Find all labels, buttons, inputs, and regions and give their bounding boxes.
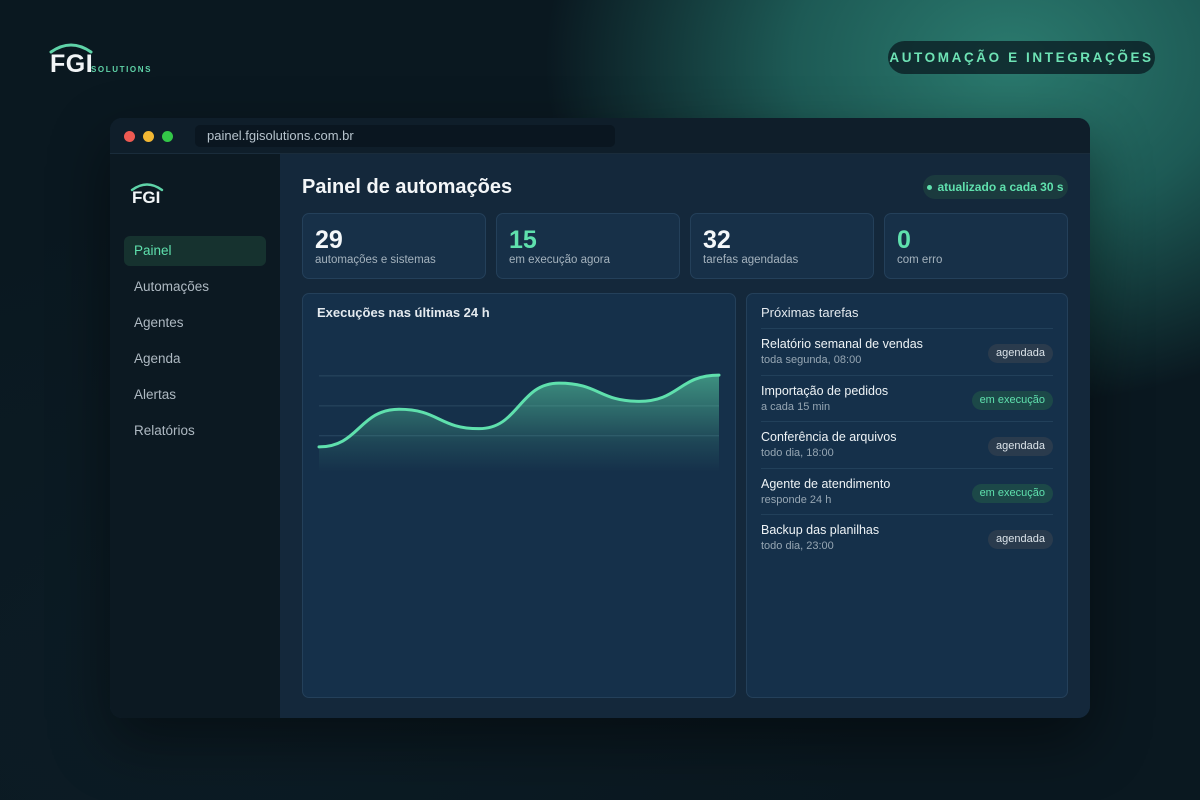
status-dot-icon	[927, 184, 933, 190]
task-row[interactable]: Agente de atendimento responde 24 h em e…	[761, 467, 1053, 515]
task-status-badge: em execução	[971, 390, 1053, 410]
task-name: Relatório semanal de vendas	[761, 337, 923, 351]
stat-value: 15	[509, 226, 537, 254]
task-name: Backup das planilhas	[761, 523, 880, 537]
brand-logo: FGI SOLUTIONS	[48, 40, 168, 80]
page-title: Painel de automações	[302, 176, 513, 198]
task-row[interactable]: Importação de pedidos a cada 15 min em e…	[761, 374, 1053, 422]
task-row[interactable]: Conferência de arquivos todo dia, 18:00 …	[761, 421, 1053, 468]
url-bar[interactable]: painel.fgisolutions.com.br	[195, 125, 615, 147]
stat-value: 32	[703, 226, 731, 254]
task-schedule: toda segunda, 08:00	[761, 354, 862, 366]
executions-chart-card: Execuções nas últimas 24 h	[302, 293, 736, 698]
sidebar-item-agenda[interactable]: Agenda	[124, 344, 266, 374]
task-name: Conferência de arquivos	[761, 430, 897, 444]
sidebar-item-agentes[interactable]: Agentes	[124, 308, 266, 338]
main-content: Painel de automações atualizado a cada 3…	[280, 154, 1090, 718]
tagline-pill: AUTOMAÇÃO E INTEGRAÇÕES	[888, 41, 1155, 74]
task-name: Agente de atendimento	[761, 476, 891, 491]
task-name: Importação de pedidos	[761, 383, 889, 398]
task-schedule: a cada 15 min	[761, 400, 831, 413]
sidebar-item-painel[interactable]: Painel	[124, 236, 266, 266]
sidebar-item-automacoes[interactable]: Automações	[124, 272, 266, 302]
task-schedule: todo dia, 23:00	[761, 540, 834, 552]
brand-subtitle: SOLUTIONS	[91, 65, 153, 74]
status-text: atualizado a cada 30 s	[937, 180, 1064, 194]
sidebar-nav: Painel Automações Agentes Agenda Alertas…	[124, 236, 266, 452]
executions-chart	[317, 373, 721, 472]
close-window-button[interactable]	[124, 131, 135, 142]
tasks-title: Próximas tarefas	[761, 305, 859, 320]
task-status-badge: agendada	[988, 344, 1053, 363]
sidebar-item-alertas[interactable]: Alertas	[124, 380, 266, 410]
task-status-badge: agendada	[988, 530, 1053, 549]
maximize-window-button[interactable]	[162, 131, 173, 142]
stat-card[interactable]: 32 tarefas agendadas	[690, 213, 874, 279]
chart-title: Execuções nas últimas 24 h	[317, 305, 490, 320]
task-row[interactable]: Backup das planilhas todo dia, 23:00 age…	[761, 514, 1053, 561]
status-badge: atualizado a cada 30 s	[923, 175, 1068, 199]
stat-label: em execução agora	[509, 254, 611, 266]
stat-card[interactable]: 0 com erro	[884, 213, 1068, 279]
task-status-badge: agendada	[988, 437, 1053, 456]
minimize-window-button[interactable]	[143, 131, 154, 142]
chart-area-fill	[319, 375, 719, 472]
task-schedule: todo dia, 18:00	[761, 447, 834, 459]
stat-card[interactable]: 29 automações e sistemas	[302, 213, 486, 279]
stat-label: com erro	[897, 254, 943, 266]
stats-row: 29 automações e sistemas 15 em execução …	[302, 213, 1068, 279]
stat-label: tarefas agendadas	[703, 254, 799, 266]
stat-value: 29	[315, 226, 343, 254]
browser-window: painel.fgisolutions.com.br FGI Painel Au…	[110, 118, 1090, 718]
upcoming-tasks-card: Próximas tarefas Relatório semanal de ve…	[746, 293, 1068, 698]
sidebar-logo-text: FGI	[132, 188, 161, 207]
sidebar: FGI Painel Automações Agentes Agenda Ale…	[110, 154, 280, 718]
brand-name: FGI	[50, 50, 94, 78]
stat-label: automações e sistemas	[315, 254, 436, 266]
task-list: Relatório semanal de vendas toda segunda…	[761, 328, 1053, 561]
sidebar-logo: FGI	[130, 180, 170, 214]
task-schedule: responde 24 h	[761, 493, 832, 506]
browser-titlebar: painel.fgisolutions.com.br	[110, 118, 1090, 154]
stat-value: 0	[897, 226, 911, 254]
task-row[interactable]: Relatório semanal de vendas toda segunda…	[761, 328, 1053, 375]
task-status-badge: em execução	[971, 483, 1053, 503]
sidebar-item-relatorios[interactable]: Relatórios	[124, 416, 266, 446]
stat-card[interactable]: 15 em execução agora	[496, 213, 680, 279]
